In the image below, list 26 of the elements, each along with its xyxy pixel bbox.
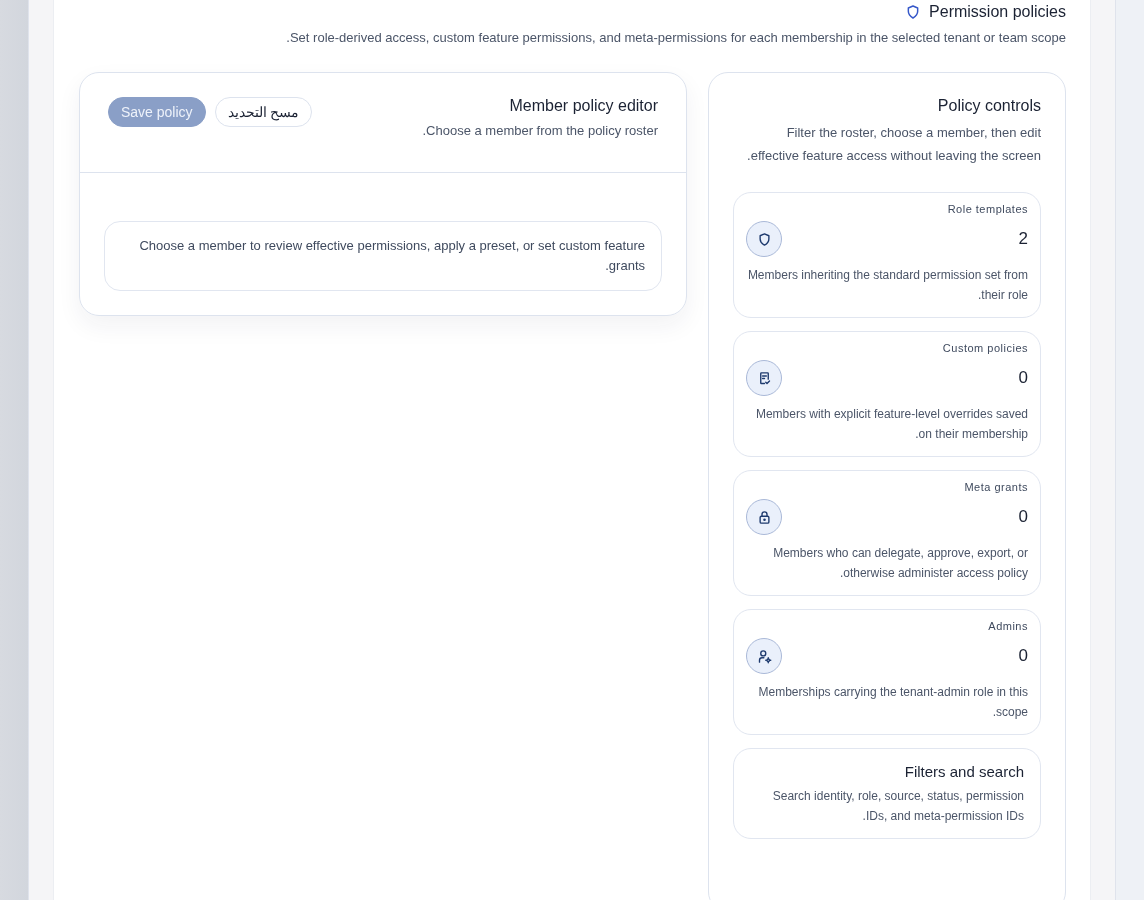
stat-value: 2 (1018, 229, 1028, 249)
filters-title: Filters and search (903, 763, 1024, 780)
clear-selection-button[interactable]: مسح التحديد (214, 97, 313, 127)
editor-subtitle: Choose a member from the policy roster. (422, 123, 658, 138)
lock-icon (746, 499, 782, 535)
stat-label: Role templates (946, 203, 1028, 215)
stat-description: Members with explicit feature-level overrides saved on their membership. (754, 406, 1028, 443)
panel-description: Filter the roster, choose a member, then edit effective feature access without leaving the screen. (746, 124, 1041, 165)
stat-description: Members inheriting the standard permission set from their role. (746, 267, 1028, 304)
stat-value: 0 (1018, 368, 1028, 388)
stat-label: Meta grants (963, 481, 1028, 493)
empty-state-message: Choose a member to review effective permissions, apply a preset, or set custom feature grants. (104, 221, 662, 291)
page-description: Set role-derived access, custom feature permissions, and meta-permissions for each membership in the selected tenant or team scope. (285, 30, 1066, 45)
panel-title: Policy controls (936, 97, 1041, 115)
stat-description: Memberships carrying the tenant-admin role in this scope. (757, 684, 1028, 721)
stat-description: Members who can delegate, approve, export, or otherwise administer access policy. (772, 545, 1028, 582)
shield-icon (746, 221, 782, 257)
user-gear-icon (746, 638, 782, 674)
editor-title: Member policy editor (508, 97, 658, 115)
stat-value: 0 (1018, 646, 1028, 666)
stat-label: Admins (987, 620, 1028, 632)
stat-value: 0 (1018, 507, 1028, 527)
filters-description: Search identity, role, source, status, permission IDs, and meta-permission IDs. (771, 788, 1024, 825)
page-title: Permission policies (929, 3, 1066, 21)
stat-label: Custom policies (941, 342, 1028, 354)
document-check-icon (746, 360, 782, 396)
